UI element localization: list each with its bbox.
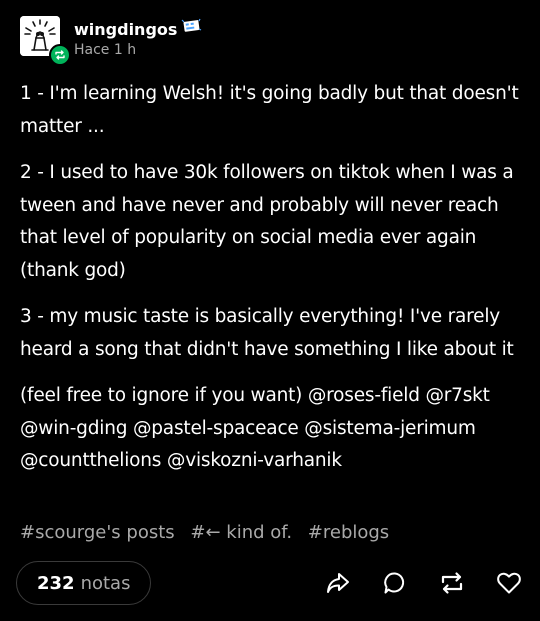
reblog-icon [441, 572, 463, 594]
badge-icon [181, 18, 203, 40]
heart-icon [497, 572, 521, 594]
paragraph-3: 3 - my music taste is basically everythi… [20, 306, 514, 360]
mention-link[interactable]: @sistema-jerimum [304, 418, 476, 439]
reblog-badge-icon [49, 44, 71, 66]
mentions-intro: (feel free to ignore if you want) [20, 385, 303, 406]
notes-button[interactable]: 232 notas [16, 561, 152, 605]
like-button[interactable] [494, 568, 524, 598]
paragraph-2: 2 - I used to have 30k followers on tikt… [20, 162, 514, 281]
post-time[interactable]: Hace 1 h [74, 42, 203, 58]
name-row: wingdingos [74, 18, 203, 40]
share-button[interactable] [323, 568, 353, 598]
post-footer: 232 notas [16, 560, 524, 606]
post-header: wingdingos Hace 1 h [20, 16, 203, 66]
reply-icon [384, 572, 405, 594]
mention-link[interactable]: @countthelions [20, 450, 161, 471]
mention-link[interactable]: @viskozni-varhanik [167, 450, 342, 471]
tag-link[interactable]: #scourge's posts [20, 522, 175, 543]
notes-count: 232 [37, 572, 75, 594]
mention-link[interactable]: @win-gding [20, 418, 127, 439]
post-card: wingdingos Hace 1 h 1 - I'm learning Wel… [0, 0, 540, 621]
tag-link[interactable]: #reblogs [308, 522, 389, 543]
notes-label: notas [80, 572, 131, 594]
post-body: 1 - I'm learning Welsh! it's going badly… [20, 78, 526, 492]
reblog-button[interactable] [437, 568, 467, 598]
avatar[interactable] [20, 16, 71, 66]
paragraph-1: 1 - I'm learning Welsh! it's going badly… [20, 83, 519, 137]
share-icon [327, 573, 349, 593]
tag-list: #scourge's posts #← kind of. #reblogs [20, 522, 399, 543]
tag-link[interactable]: #← kind of. [190, 522, 292, 543]
post-meta: wingdingos Hace 1 h [74, 18, 203, 58]
mention-link[interactable]: @roses-field [308, 385, 420, 406]
username-link[interactable]: wingdingos [74, 20, 177, 39]
reply-button[interactable] [380, 568, 410, 598]
action-bar [296, 568, 524, 598]
mention-link[interactable]: @r7skt [425, 385, 489, 406]
mentions-paragraph: (feel free to ignore if you want) @roses… [20, 380, 526, 478]
mention-link[interactable]: @pastel-spaceace [133, 418, 299, 439]
